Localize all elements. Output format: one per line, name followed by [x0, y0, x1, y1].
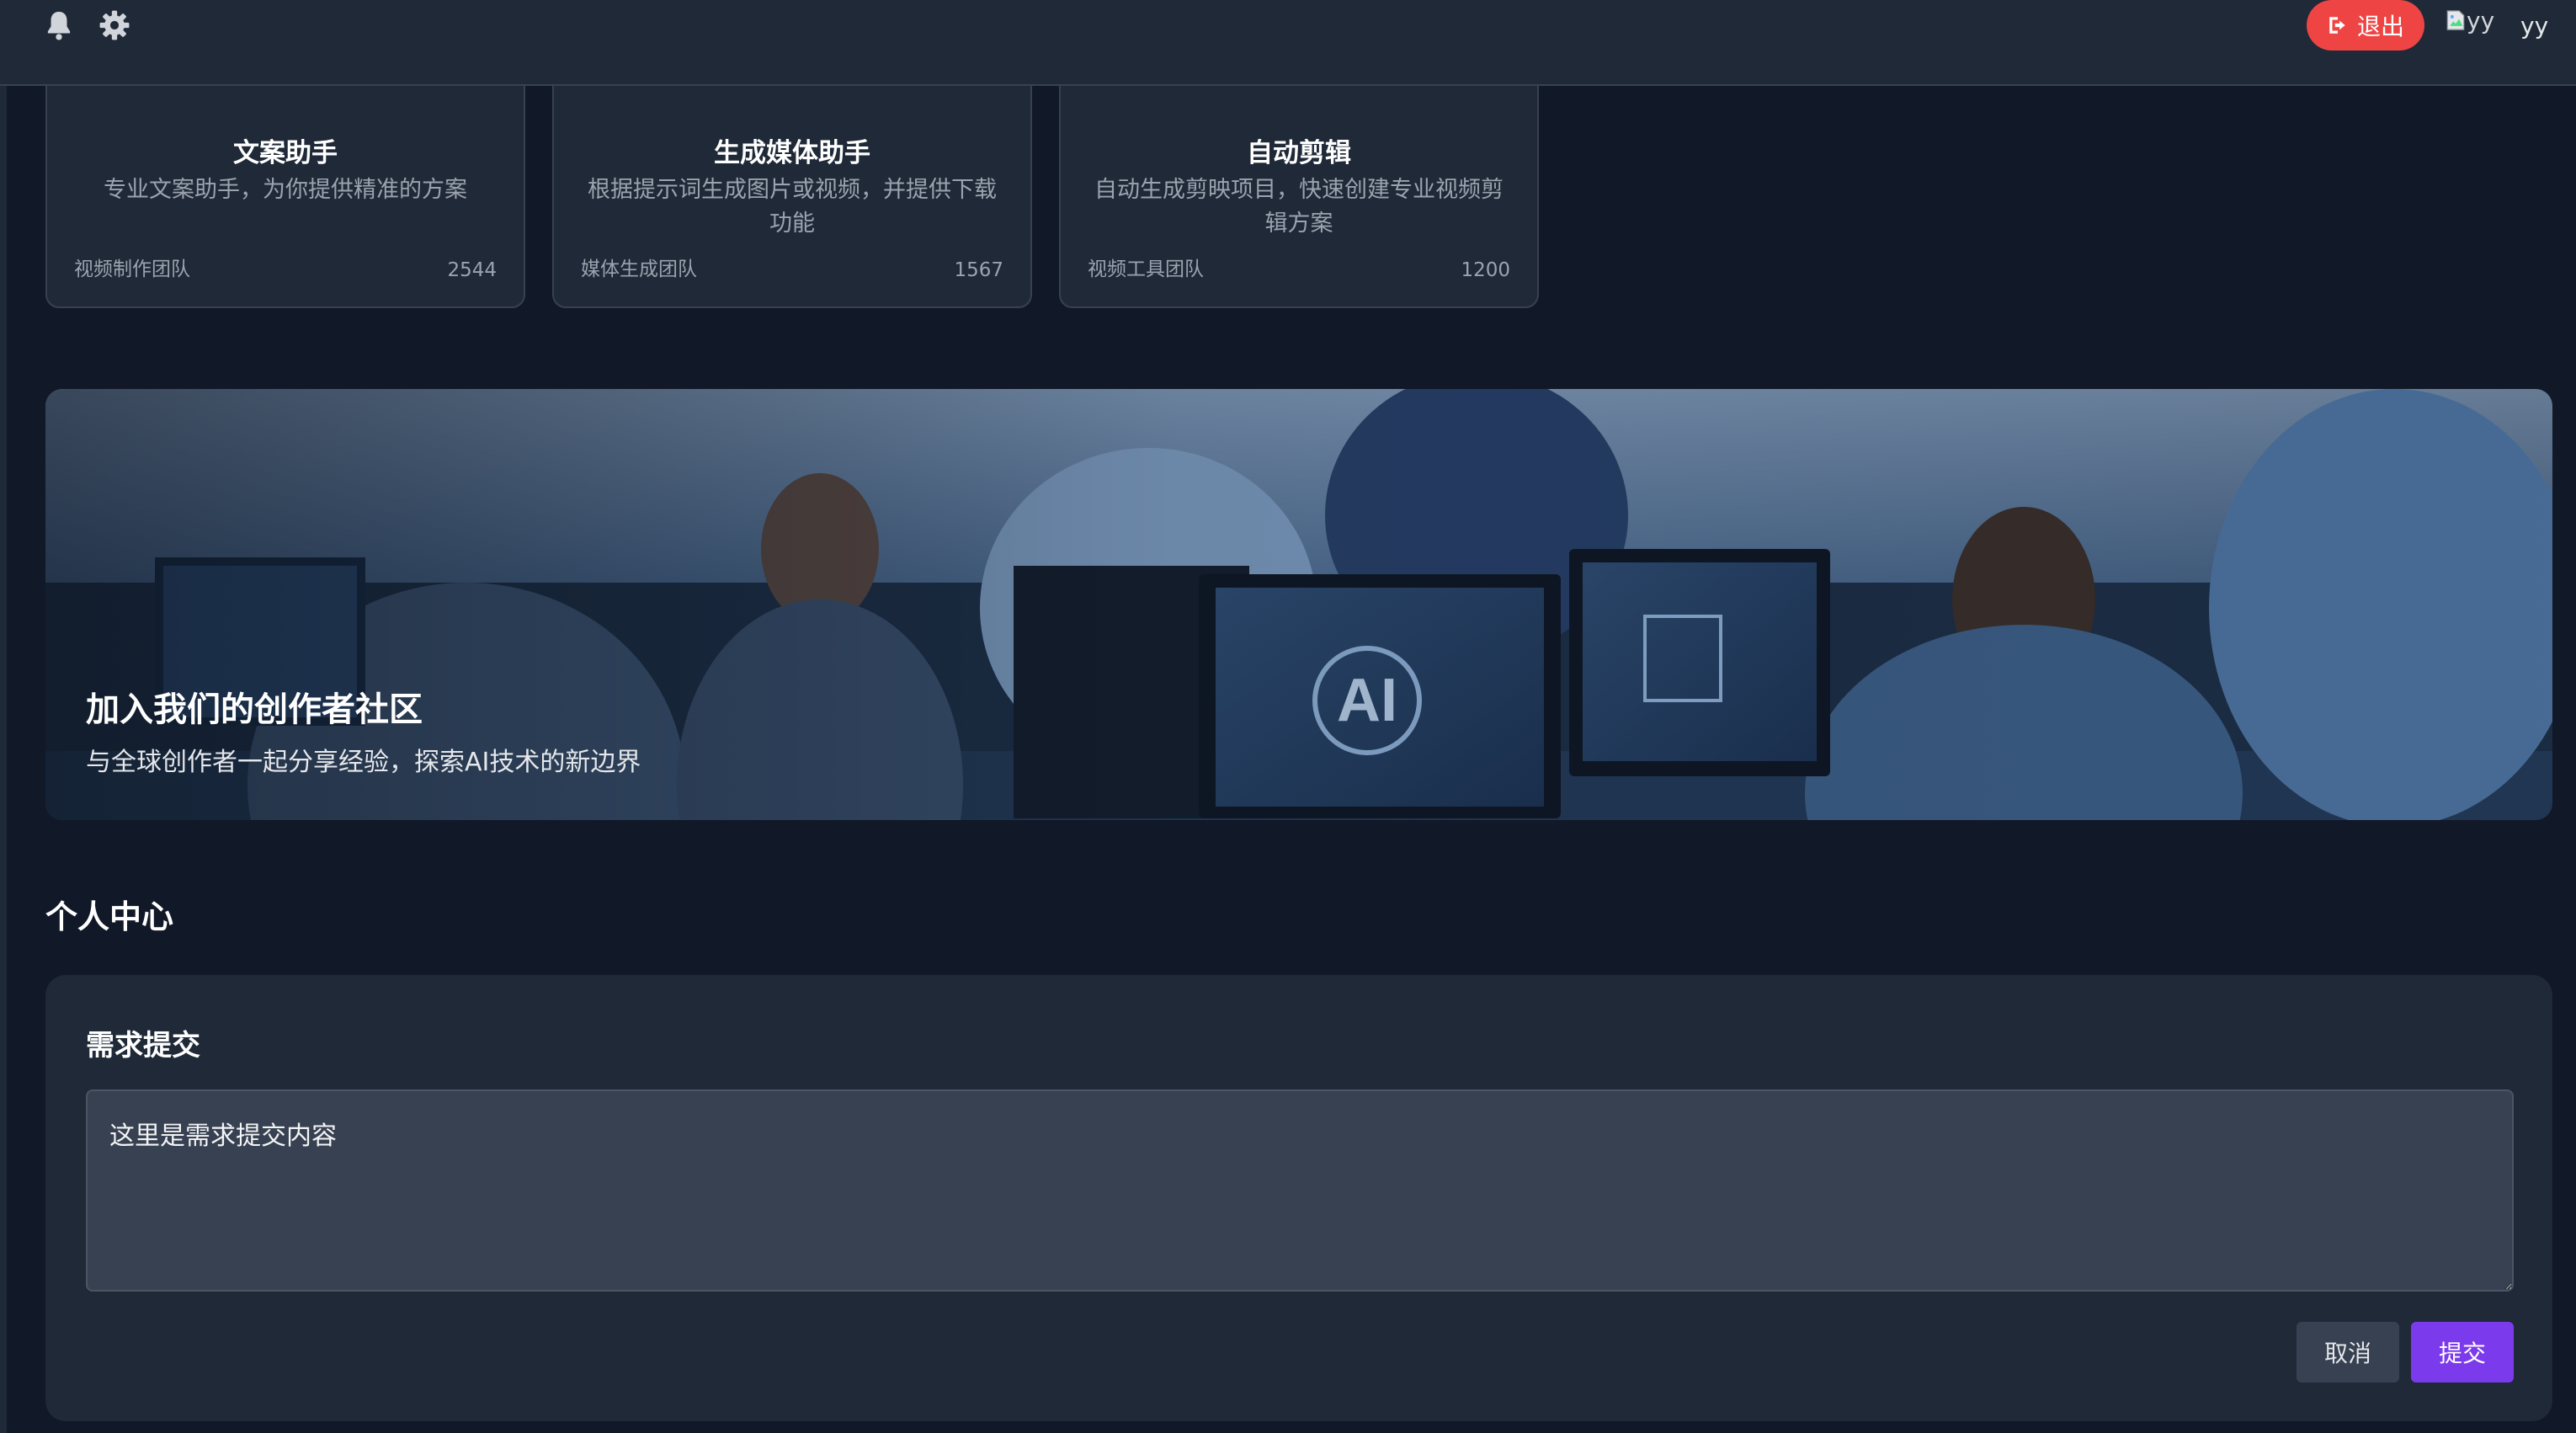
request-textarea[interactable]: 这里是需求提交内容: [86, 1089, 2514, 1292]
submit-button[interactable]: 提交: [2411, 1322, 2514, 1382]
card-auto-edit[interactable]: 自动剪辑 自动生成剪映项目，快速创建专业视频剪辑方案 视频工具团队 1200: [1059, 51, 1539, 308]
card-team: 视频制作团队: [74, 258, 190, 280]
broken-image-icon: [2446, 10, 2465, 30]
request-panel-title: 需求提交: [86, 1029, 200, 1063]
cancel-button[interactable]: 取消: [2297, 1322, 2399, 1382]
card-description: 根据提示词生成图片或视频，并提供下载功能: [588, 177, 997, 237]
card-description: 自动生成剪映项目，快速创建专业视频剪辑方案: [1094, 177, 1504, 237]
username: yy: [2520, 12, 2549, 40]
top-bar: 退出 yy yy: [0, 0, 2576, 86]
request-panel: 需求提交 这里是需求提交内容 取消 提交: [45, 975, 2552, 1421]
logout-button[interactable]: 退出: [2307, 0, 2424, 51]
card-team: 媒体生成团队: [581, 258, 697, 280]
community-banner: AI 加入我们的创作者社区 与全球创作者一起分享经验，探索AI技术的新边界: [45, 389, 2552, 820]
card-count: 1200: [1461, 259, 1510, 281]
banner-subtitle: 与全球创作者一起分享经验，探索AI技术的新边界: [86, 748, 641, 777]
avatar-alt-text: yy: [2467, 6, 2495, 35]
bell-icon[interactable]: [39, 5, 79, 45]
card-description: 专业文案助手，为你提供精准的方案: [104, 177, 467, 203]
banner-title: 加入我们的创作者社区: [86, 690, 423, 729]
card-copywriting-assistant[interactable]: 文案助手 专业文案助手，为你提供精准的方案 视频制作团队 2544: [45, 51, 525, 308]
page: 文案助手 专业文案助手，为你提供精准的方案 视频制作团队 2544 生成媒体助手…: [0, 0, 2576, 1433]
card-count: 1567: [954, 259, 1003, 281]
logout-label: 退出: [2356, 13, 2404, 40]
card-media-generation-assistant[interactable]: 生成媒体助手 根据提示词生成图片或视频，并提供下载功能 媒体生成团队 1567: [552, 51, 1032, 308]
page-title: 个人中心: [45, 898, 174, 935]
card-team: 视频工具团队: [1088, 258, 1204, 280]
gear-icon[interactable]: [94, 5, 135, 45]
window-edge: [0, 0, 7, 1433]
card-count: 2544: [447, 259, 497, 281]
avatar[interactable]: yy: [2446, 0, 2497, 40]
card-title: 文案助手: [233, 138, 338, 168]
logout-icon: [2329, 17, 2345, 34]
card-title: 自动剪辑: [1247, 138, 1351, 168]
card-title: 生成媒体助手: [714, 138, 870, 168]
